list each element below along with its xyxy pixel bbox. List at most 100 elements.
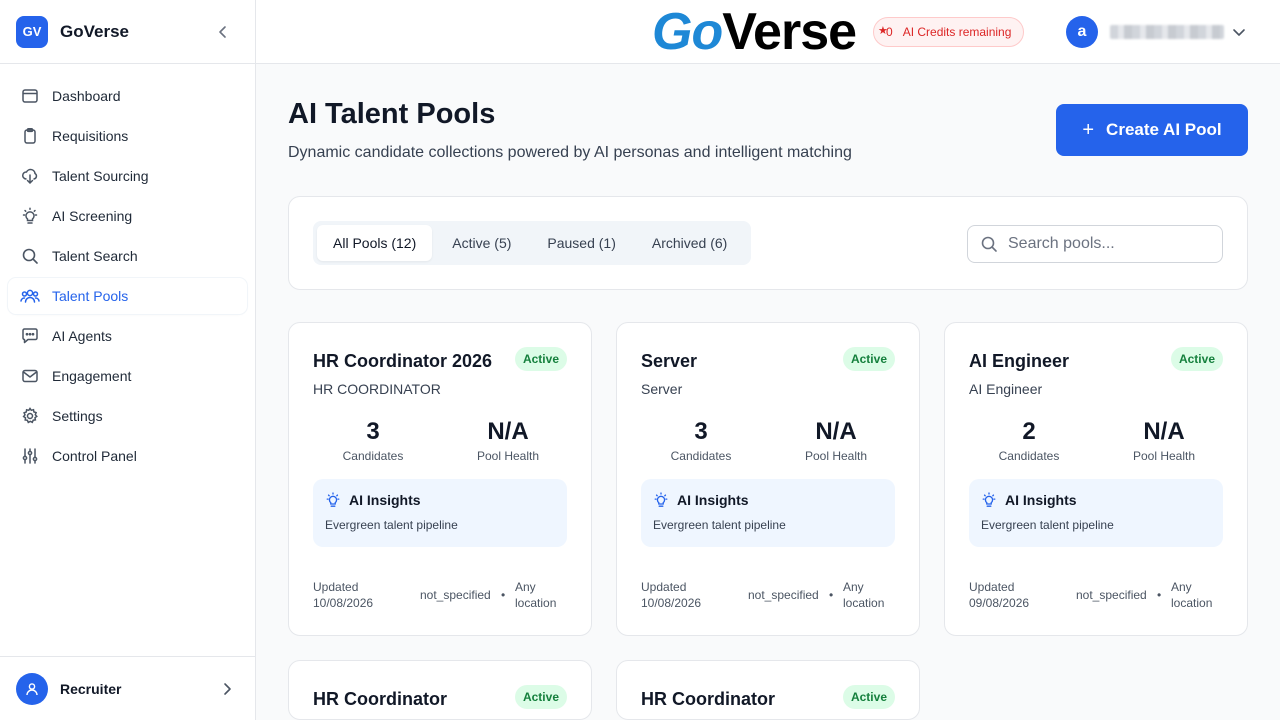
sidebar-item-label: AI Agents [52,328,112,344]
location-line1: Any [1171,580,1192,594]
pool-card[interactable]: Server Active Server 3 Candidates N/A Po… [616,322,920,636]
sidebar-item-engagement[interactable]: Engagement [8,358,247,394]
avatar[interactable]: a [1066,16,1098,48]
ai-insights-header: AI Insights [653,492,749,508]
location-line1: Any [843,580,864,594]
brand-header: GV GoVerse [0,0,255,64]
gear-icon [20,406,40,426]
status-badge: Active [514,685,567,709]
sidebar-item-talent-search[interactable]: Talent Search [8,238,247,274]
sidebar-item-label: Talent Search [52,248,138,264]
sidebar: GV GoVerse Dashboard Requisitions Talent… [0,0,256,720]
sidebar-item-label: Control Panel [52,448,137,464]
ai-insights-text: Evergreen talent pipeline [325,518,458,532]
separator-dot: • [1157,588,1162,602]
candidates-stat: 3 Candidates [307,417,439,463]
pool-card[interactable]: AI Engineer Active AI Engineer 2 Candida… [944,322,1248,636]
status-tabs: All Pools (12) Active (5) Paused (1) Arc… [313,221,752,265]
sidebar-item-ai-screening[interactable]: AI Screening [8,198,247,234]
pool-card[interactable]: HR Coordinator Active [288,660,592,720]
sidebar-item-label: Talent Pools [52,288,129,304]
filter-panel: All Pools (12) Active (5) Paused (1) Arc… [288,196,1248,290]
chevron-left-icon [219,25,226,38]
app-logo-badge[interactable]: GV [16,15,48,48]
ai-insights-title: AI Insights [677,492,749,508]
sidebar-item-label: Requisitions [52,128,129,144]
logo-verse: Verse [722,3,857,61]
updated-info: Updated 10/08/2026 [313,579,393,611]
search-icon [20,246,40,266]
pool-title: HR Coordinator 2026 [313,351,493,371]
search-box [967,225,1223,263]
pool-health-label: Pool Health [1132,449,1196,463]
pool-title: HR Coordinator [641,689,775,709]
sidebar-item-settings[interactable]: Settings [8,398,247,434]
pool-health-value: N/A [1143,418,1185,445]
pool-role: AI Engineer [969,381,1043,397]
updated-label: Updated [969,580,1015,594]
location-line2: location [1171,596,1213,610]
browser-window-icon [20,86,40,106]
lightbulb-icon [325,492,341,508]
location-info: Any location [1171,579,1231,611]
candidates-label: Candidates [670,449,732,463]
ai-insights-title: AI Insights [349,492,421,508]
pool-title: AI Engineer [969,351,1070,371]
avatar [16,672,48,705]
lightbulb-icon [981,492,997,508]
location-line2: location [843,596,885,610]
employment-type: not_specified [420,588,491,602]
sidebar-item-control-panel[interactable]: Control Panel [8,438,247,474]
location-line1: Any [515,580,536,594]
sidebar-item-label: Engagement [52,368,132,384]
pool-health-label: Pool Health [476,449,540,463]
sliders-icon [20,446,40,466]
tab-paused[interactable]: Paused (1) [531,225,631,261]
create-ai-pool-button[interactable]: + Create AI Pool [1056,104,1248,156]
updated-info: Updated 09/08/2026 [969,579,1049,611]
create-ai-pool-label: Create AI Pool [1106,120,1222,139]
sidebar-item-talent-pools[interactable]: Talent Pools [8,278,247,314]
pool-title: HR Coordinator [313,689,447,709]
sidebar-item-dashboard[interactable]: Dashboard [8,78,247,114]
updated-date: 09/08/2026 [969,596,1030,610]
pool-title: Server [641,351,698,371]
ai-insights-box: AI Insights Evergreen talent pipeline [641,479,895,547]
pool-card[interactable]: HR Coordinator Active [616,660,920,720]
sidebar-item-ai-agents[interactable]: AI Agents [8,318,247,354]
candidates-stat: 2 Candidates [963,417,1095,463]
page-subtitle: Dynamic candidate collections powered by… [288,144,852,161]
updated-date: 10/08/2026 [313,596,374,610]
ai-insights-header: AI Insights [981,492,1077,508]
tab-archived[interactable]: Archived (6) [636,225,743,261]
goverse-logo[interactable]: Go Verse [652,0,857,64]
updated-info: Updated 10/08/2026 [641,579,721,611]
sidebar-nav: Dashboard Requisitions Talent Sourcing A… [0,64,255,474]
candidates-label: Candidates [342,449,404,463]
ai-insights-header: AI Insights [325,492,421,508]
chevron-down-icon[interactable] [1231,24,1247,40]
topbar: Go Verse ★ 0 AI Credits remaining a [256,0,1280,64]
tab-active[interactable]: Active (5) [436,225,527,261]
pool-role: HR COORDINATOR [313,381,441,397]
status-badge: Active [842,685,895,709]
search-icon [980,235,998,253]
separator-dot: • [829,588,834,602]
cloud-download-icon [20,166,40,186]
tab-all-pools[interactable]: All Pools (12) [317,225,433,261]
pool-health-value: N/A [815,418,857,445]
pool-role: Server [641,381,683,397]
pool-health-stat: N/A Pool Health [1098,417,1230,463]
pool-card[interactable]: HR Coordinator 2026 Active HR COORDINATO… [288,322,592,636]
sidebar-item-requisitions[interactable]: Requisitions [8,118,247,154]
status-badge: Active [1170,347,1223,371]
user-menu[interactable]: Recruiter [0,656,255,720]
collapse-sidebar-button[interactable] [215,24,231,40]
chat-bubble-icon [20,326,40,346]
credits-badge[interactable]: ★ 0 AI Credits remaining [873,17,1025,47]
pool-health-stat: N/A Pool Health [770,417,902,463]
user-role: Recruiter [60,680,122,697]
location-line2: location [515,596,557,610]
sidebar-item-talent-sourcing[interactable]: Talent Sourcing [8,158,247,194]
search-input[interactable] [1008,235,1208,253]
